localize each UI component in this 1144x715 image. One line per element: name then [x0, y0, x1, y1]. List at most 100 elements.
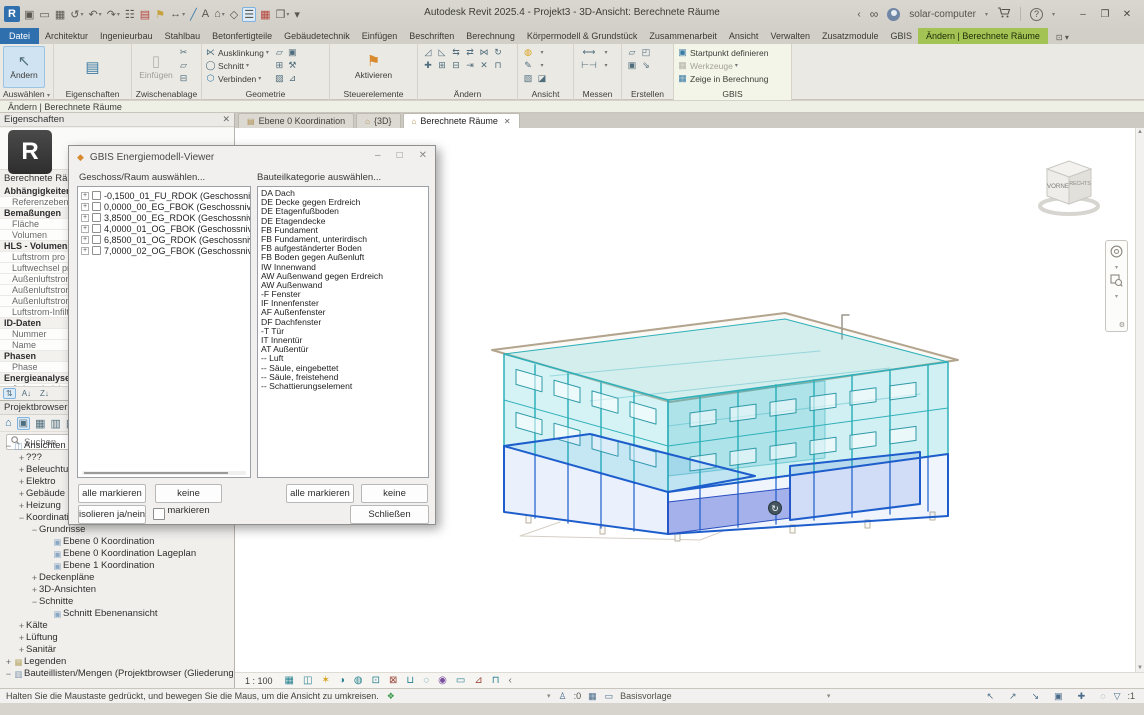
create-group-icon[interactable]: ▱	[629, 47, 636, 58]
navbar-gear-icon[interactable]: ⚙	[1119, 321, 1125, 329]
offset-tool-icon[interactable]: ◺	[439, 47, 446, 58]
coping-button[interactable]: ⋉Ausklinkung▾	[205, 46, 269, 59]
category-list-item[interactable]: -F Fenster	[258, 290, 428, 299]
ribbon-tab-geb-udetechnik[interactable]: Gebäudetechnik	[278, 28, 356, 44]
design-option-value[interactable]: Basisvorlage	[620, 691, 672, 701]
categories-select-all-button[interactable]: alle markieren	[286, 484, 354, 503]
window-switch-icon[interactable]: ▣	[23, 8, 35, 21]
close-inactive-views-icon[interactable]: ▤	[139, 8, 151, 21]
level-list-item[interactable]: +3,8500_00_EG_RDOK (Geschossniveau = 3,8…	[78, 212, 250, 223]
tree-expander-icon[interactable]: +	[17, 488, 26, 500]
file-tab[interactable]: Datei	[0, 28, 39, 44]
visibility-graphics-icon[interactable]: ▦	[259, 8, 271, 21]
show-crop-region-icon[interactable]: ⊠	[389, 675, 397, 686]
editing-requests-caret-icon[interactable]: ▾	[547, 692, 551, 700]
create-assembly-icon[interactable]: ⇘	[642, 60, 650, 71]
activate-controls-button[interactable]: ⚑ Aktivieren	[344, 46, 404, 88]
scroll-up-icon[interactable]: ▲	[1136, 129, 1144, 135]
open-icon[interactable]: ▭	[38, 8, 50, 21]
search-collapse-icon[interactable]: ‹	[857, 9, 860, 20]
join-button[interactable]: ⬡Verbinden▾	[205, 72, 269, 85]
undo-icon[interactable]: ↶▾	[87, 8, 102, 21]
expand-plus-icon[interactable]: +	[81, 192, 89, 200]
dialog-maximize-button[interactable]: □	[397, 150, 403, 161]
level-list-item[interactable]: +7,0000_02_OG_FBOK (Geschossniveau = 7m)	[78, 245, 250, 256]
panel-label[interactable]: Eigenschaften	[54, 89, 131, 99]
unlock-view-icon[interactable]: ⊔	[406, 675, 414, 686]
drag-on-selection-icon[interactable]: ✚	[1078, 691, 1086, 702]
temporary-view-properties-icon[interactable]: ▭	[456, 675, 465, 686]
sync-icon[interactable]: ↺▾	[69, 8, 84, 21]
expand-plus-icon[interactable]: +	[81, 247, 89, 255]
apply-coping-icon[interactable]: ▱	[276, 47, 283, 58]
category-list-item[interactable]: IW Innenwand	[258, 263, 428, 272]
caret-icon[interactable]: ▾	[604, 49, 607, 56]
sheets-icon[interactable]: ▦	[35, 417, 45, 430]
categories-select-none-button[interactable]: keine markieren	[361, 484, 428, 503]
category-list-item[interactable]: DF Dachfenster	[258, 318, 428, 327]
categories-listbox[interactable]: DA DachDE Decke gegen ErdreichDE Etagenf…	[257, 186, 429, 478]
ribbon-tab-beschriften[interactable]: Beschriften	[403, 28, 460, 44]
level-checkbox[interactable]	[92, 213, 101, 222]
split-tool-icon[interactable]: ⊞	[438, 60, 446, 71]
view-tab-3d[interactable]: ⌂{3D}	[356, 113, 400, 128]
dropdown-caret-icon[interactable]: ▾	[99, 11, 102, 18]
ribbon-tab-gbis[interactable]: GBIS	[885, 28, 919, 44]
tree-item-ebene-1-koordination[interactable]: ▣Ebene 1 Koordination	[0, 560, 234, 572]
ribbon-tab-ansicht[interactable]: Ansicht	[723, 28, 765, 44]
category-list-item[interactable]: AF Außenfenster	[258, 308, 428, 317]
tree-expander-icon[interactable]: −	[17, 512, 26, 524]
mirror-tool-icon[interactable]: ⇆	[452, 47, 460, 58]
contextual-tab[interactable]: Ändern | Berechnete Räume	[918, 28, 1048, 44]
tree-item-schnitt-ebenenansicht[interactable]: ▣Schnitt Ebenenansicht	[0, 608, 234, 620]
gbis-show-in-calculation-button[interactable]: ▦Zeige in Berechnung	[677, 72, 788, 85]
tree-expander-icon[interactable]: +	[17, 644, 26, 656]
default-3d-view-icon[interactable]: ⌂▾	[213, 8, 226, 20]
worksets-dialog-icon[interactable]: ▦	[588, 691, 597, 702]
dropdown-caret-icon[interactable]: ▾	[222, 11, 225, 18]
redo-icon[interactable]: ↷▾	[106, 8, 121, 21]
help-caret-icon[interactable]: ▾	[1052, 11, 1055, 18]
help-icon[interactable]: ?	[1030, 8, 1043, 21]
panel-label[interactable]: Ansicht	[518, 89, 573, 99]
dropdown-caret-icon[interactable]: ▾	[182, 11, 185, 18]
close-view-tab-icon[interactable]: ✕	[504, 117, 511, 126]
select-links-icon[interactable]: ↖	[987, 691, 995, 702]
worksets-icon[interactable]: ♙	[558, 691, 566, 702]
panel-label[interactable]: Steuerelemente	[330, 89, 417, 99]
modify-button[interactable]: ↖ Ändern	[3, 46, 45, 88]
array-tool-icon[interactable]: ⊟	[452, 60, 460, 71]
binoculars-search-icon[interactable]: ∞	[870, 7, 879, 21]
select-by-face-icon[interactable]: ▣	[1054, 691, 1063, 702]
category-list-item[interactable]: AW Außenwand	[258, 281, 428, 290]
tree-expander-icon[interactable]: −	[30, 524, 39, 536]
dropdown-caret-icon[interactable]: ▾	[117, 11, 120, 18]
measure-icon[interactable]: ⟷	[583, 47, 596, 58]
tree-expander-icon[interactable]: −	[4, 668, 13, 680]
dropdown-caret-icon[interactable]: ▾	[286, 11, 289, 18]
user-avatar[interactable]	[887, 8, 900, 21]
category-list-item[interactable]: -- Säule, eingebettet	[258, 364, 428, 373]
paste-button[interactable]: ▯ Einfügen	[135, 46, 177, 88]
properties-button[interactable]: ▤	[72, 46, 114, 88]
levels-select-all-button[interactable]: alle markieren	[78, 484, 146, 503]
levels-listbox[interactable]: +-0,1500_01_FU_RDOK (Geschossniveau = -0…	[77, 186, 251, 478]
category-list-item[interactable]: DE Decke gegen Erdreich	[258, 198, 428, 207]
sort-ascending-button[interactable]: A↓	[19, 388, 34, 399]
tree-item-l-ftung[interactable]: +Lüftung	[0, 632, 234, 644]
rotate-tool-icon[interactable]: ↻	[494, 47, 502, 58]
ribbon-tab-betonfertigteile[interactable]: Betonfertigteile	[206, 28, 278, 44]
panel-label[interactable]: Ändern	[418, 89, 517, 99]
level-list-item[interactable]: +-0,1500_01_FU_RDOK (Geschossniveau = -0…	[78, 190, 250, 201]
save-icon[interactable]: ▦	[54, 8, 66, 21]
sun-path-icon[interactable]: ✶	[321, 675, 329, 686]
category-list-item[interactable]: DA Dach	[258, 189, 428, 198]
category-list-item[interactable]: AW Außenwand gegen Erdreich	[258, 272, 428, 281]
hide-icon[interactable]: ▧	[524, 73, 533, 84]
tree-item-schnitte[interactable]: −Schnitte	[0, 596, 234, 608]
vertical-scrollbar[interactable]: ▲ ▼	[1135, 128, 1144, 672]
ribbon-tab-verwalten[interactable]: Verwalten	[764, 28, 816, 44]
tree-item-k-lte[interactable]: +Kälte	[0, 620, 234, 632]
ribbon-tab-zusatzmodule[interactable]: Zusatzmodule	[816, 28, 885, 44]
section-icon[interactable]: ◇	[229, 8, 239, 21]
